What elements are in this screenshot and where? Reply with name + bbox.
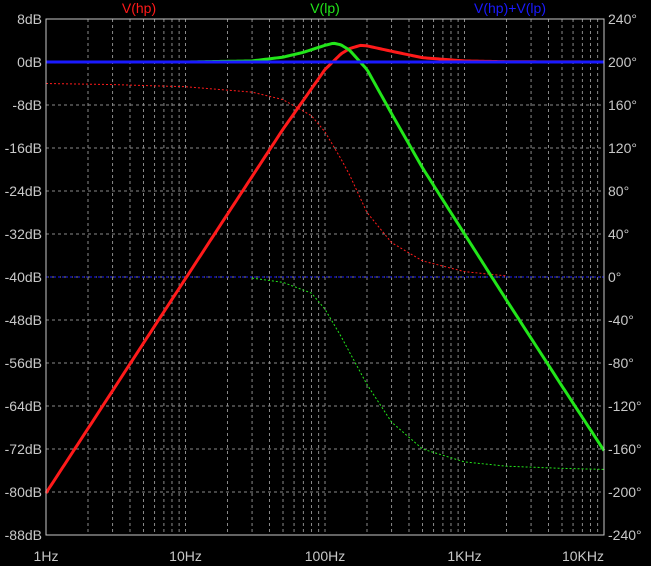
y-left-tick-label: 0dB [17,54,42,70]
x-tick-label: 10KHz [562,548,604,564]
y-right-tick-label: 200° [608,54,637,70]
x-tick-label: 1Hz [34,548,59,564]
y-right-tick-label: -200° [608,484,642,500]
y-right-tick-label: -80° [608,355,634,371]
x-tick-label: 100Hz [305,548,345,564]
y-left-tick-label: -24dB [5,183,42,199]
y-right-tick-label: -40° [608,312,634,328]
legend-sum: V(hp)+V(lp) [474,0,546,16]
y-left-tick-label: -88dB [5,527,42,543]
y-right-tick-label: -240° [608,527,642,543]
y-left-tick-label: -80dB [5,484,42,500]
y-left-tick-label: -8dB [12,97,42,113]
y-right-tick-label: 0° [608,269,621,285]
y-right-tick-label: 120° [608,140,637,156]
y-left-tick-label: 8dB [17,11,42,27]
legend-hp: V(hp) [122,0,156,16]
y-left-tick-label: -48dB [5,312,42,328]
y-right-tick-label: 80° [608,183,629,199]
y-left-tick-label: -64dB [5,398,42,414]
bode-plot: 8dB 0dB -8dB -16dB -24dB -32dB -40dB -48dB -56dB… [0,0,651,566]
y-left-tick-label: -32dB [5,226,42,242]
y-left-tick-label: -56dB [5,355,42,371]
y-right-tick-label: 40° [608,226,629,242]
y-right-tick-label: -120° [608,398,642,414]
x-tick-label: 10Hz [169,548,202,564]
y-left-tick-label: -16dB [5,140,42,156]
y-right-tick-label: 160° [608,97,637,113]
y-left-tick-label: -40dB [5,269,42,285]
y-left-tick-label: -72dB [5,441,42,457]
legend-lp: V(lp) [310,0,340,16]
y-right-tick-label: -160° [608,441,642,457]
y-right-tick-label: 240° [608,11,637,27]
x-tick-label: 1KHz [447,548,481,564]
